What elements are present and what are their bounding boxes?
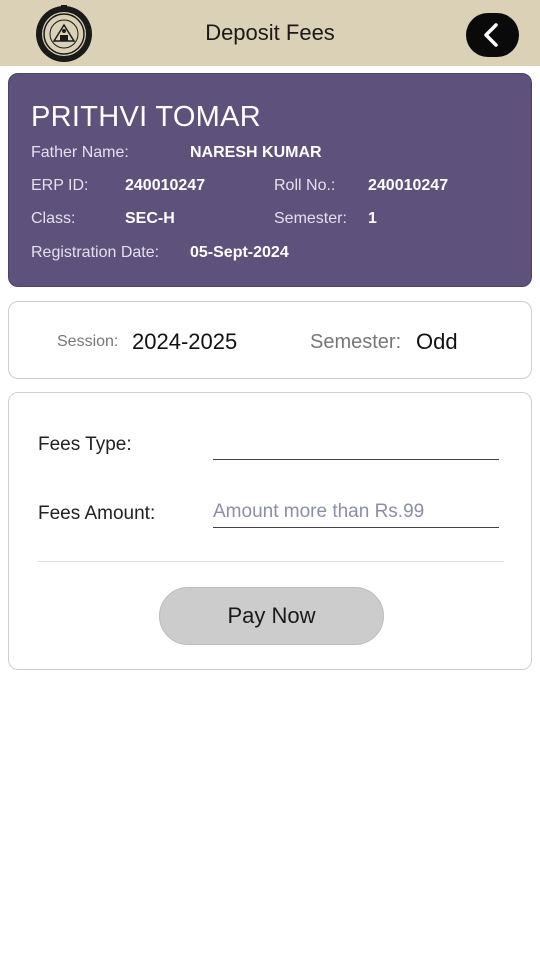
- fees-type-field[interactable]: [213, 428, 499, 460]
- fees-amount-label: Fees Amount:: [38, 503, 156, 524]
- session-value: 2024-2025: [132, 329, 238, 354]
- chevron-left-icon: [484, 23, 498, 47]
- session-card: Session: 2024-2025 Semester: Odd: [8, 301, 532, 379]
- divider: [38, 561, 504, 562]
- class-label: Class:: [31, 210, 76, 227]
- session-semester-label: Semester:: [310, 331, 402, 353]
- father-name-label: Father Name:: [31, 144, 129, 161]
- fees-form-card: Fees Type: Fees Amount: Pay Now: [8, 392, 532, 670]
- semester-value: 1: [368, 210, 377, 227]
- session-label: Session:: [57, 333, 119, 350]
- registration-date-label: Registration Date:: [31, 244, 160, 261]
- erp-id-label: ERP ID:: [31, 177, 89, 194]
- roll-no-label: Roll No.:: [274, 177, 336, 194]
- back-button[interactable]: [466, 13, 519, 57]
- session-semester-value: Odd: [416, 329, 458, 354]
- erp-id-value: 240010247: [125, 177, 206, 194]
- app-header: Deposit Fees: [0, 0, 540, 66]
- page-title: Deposit Fees: [205, 20, 335, 45]
- student-name: PRITHVI TOMAR: [31, 101, 262, 133]
- roll-no-value: 240010247: [368, 177, 449, 194]
- fees-amount-field[interactable]: [213, 496, 499, 528]
- fees-type-label: Fees Type:: [38, 434, 132, 455]
- class-value: SEC-H: [125, 210, 175, 227]
- registration-date-value: 05-Sept-2024: [190, 244, 289, 261]
- father-name-value: NARESH KUMAR: [190, 144, 322, 161]
- student-info-card: PRITHVI TOMAR Father Name: NARESH KUMAR …: [8, 73, 532, 287]
- pay-now-button[interactable]: Pay Now: [159, 587, 384, 645]
- semester-label: Semester:: [274, 210, 347, 227]
